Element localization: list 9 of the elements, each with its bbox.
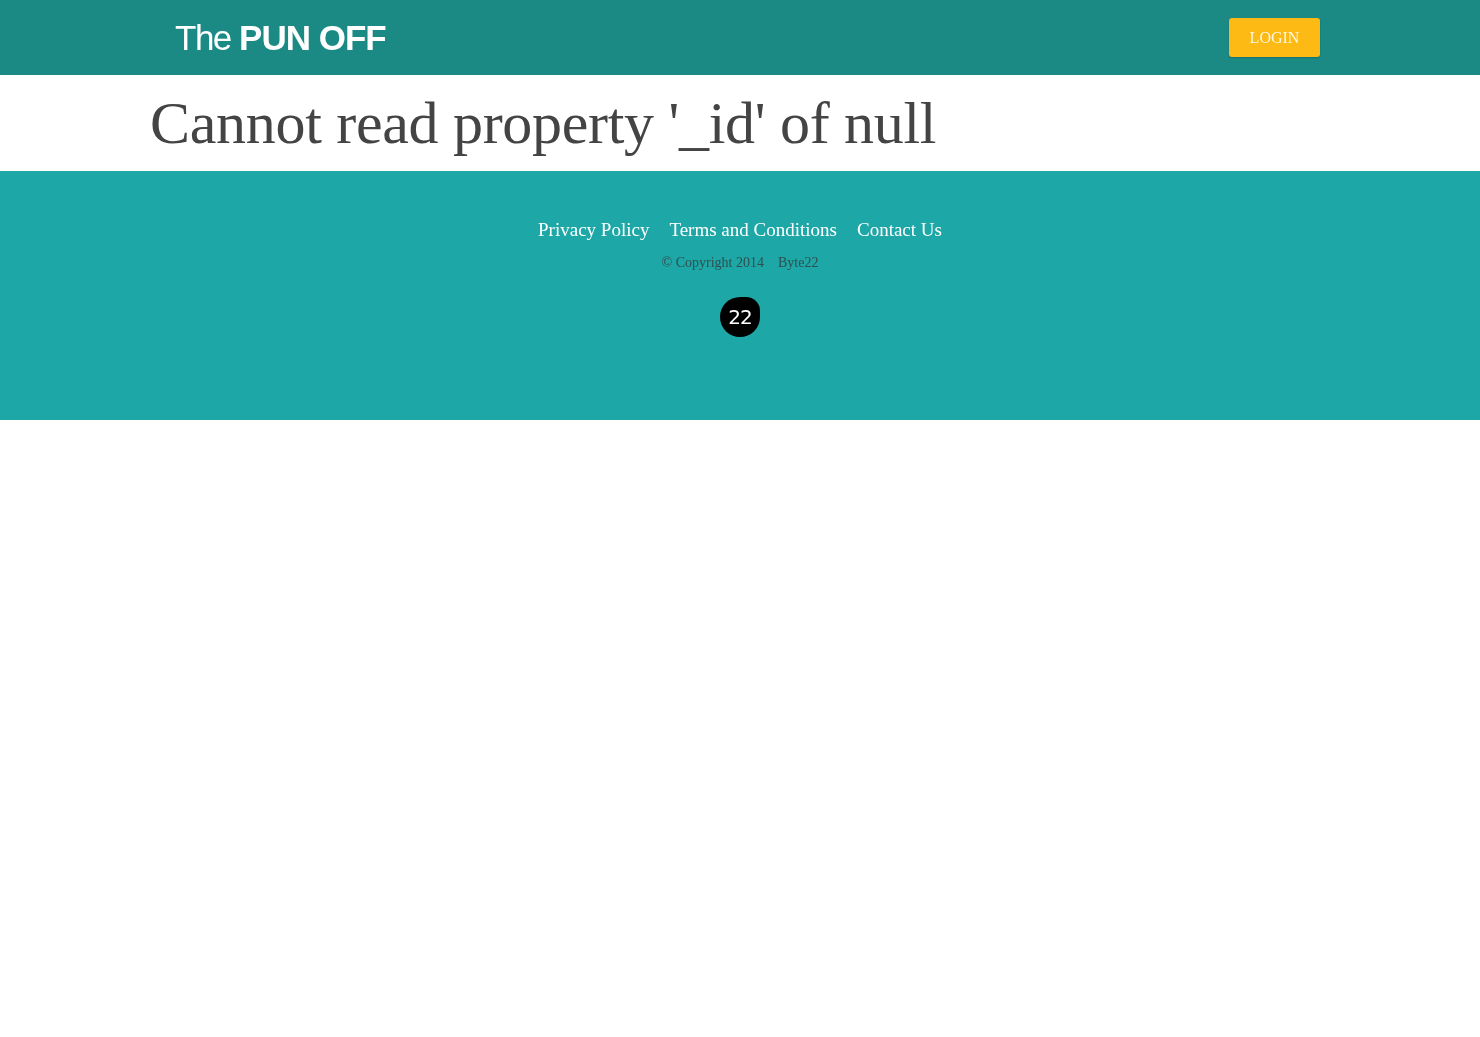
site-logo[interactable]: The PUN OFF <box>175 20 386 55</box>
footer-link[interactable]: Terms and Conditions <box>669 219 837 241</box>
login-button[interactable]: LOGIN <box>1229 18 1320 57</box>
footer-link[interactable]: Privacy Policy <box>538 219 650 241</box>
footer-link[interactable]: Contact Us <box>856 219 942 241</box>
company-logo-badge: 22 <box>720 297 760 337</box>
company-name: Byte22 <box>778 255 819 271</box>
error-message: Cannot read property '_id' of null <box>150 90 937 156</box>
copyright-text: © Copyright 2014 <box>661 255 764 271</box>
